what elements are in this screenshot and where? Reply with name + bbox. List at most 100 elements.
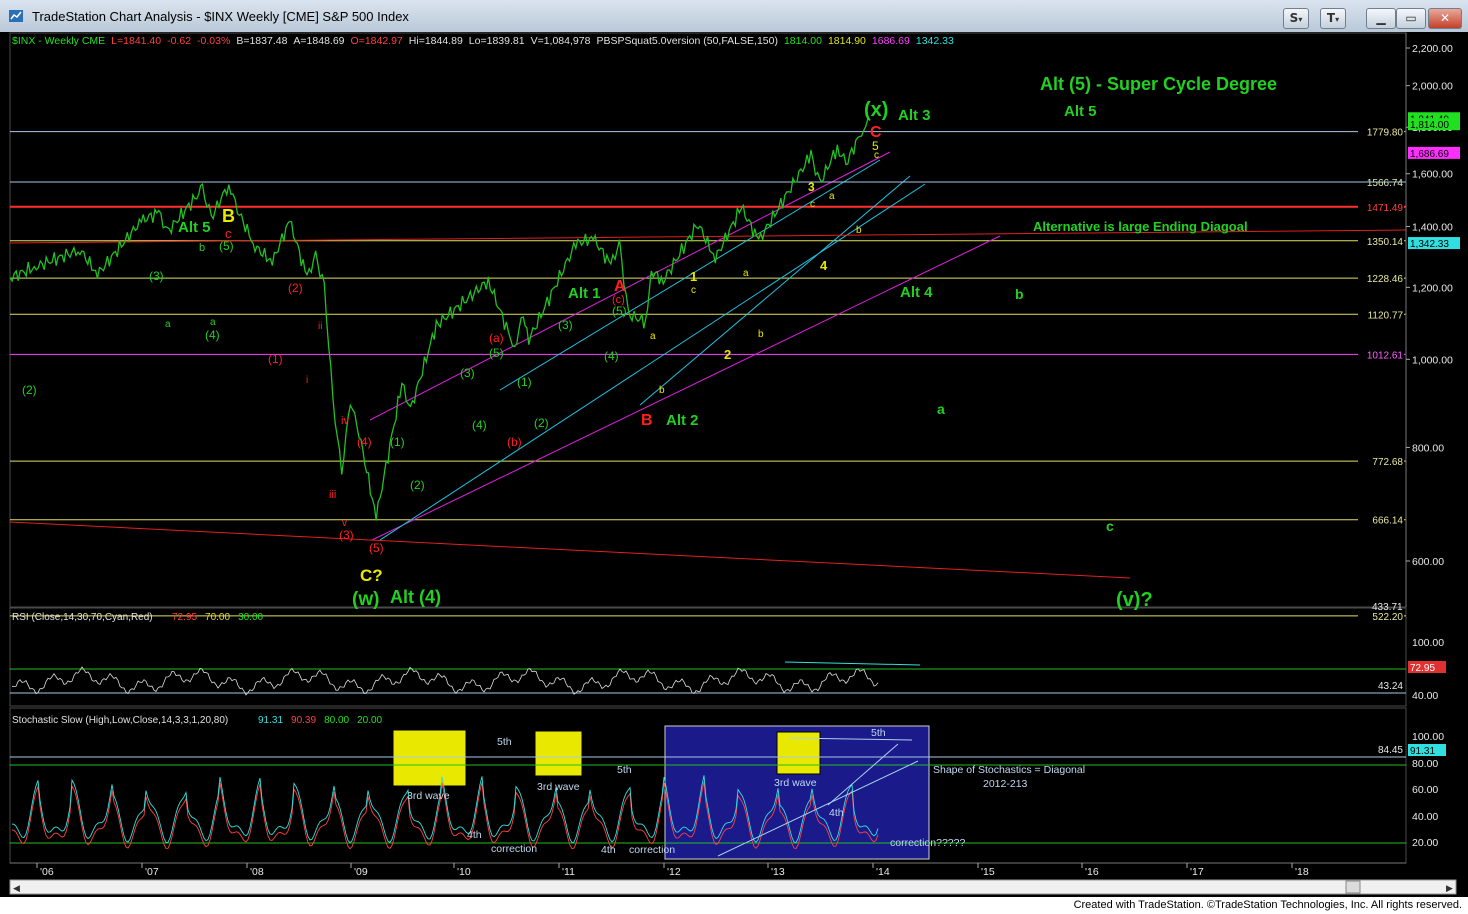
price-tick-label: 1,400.00: [1412, 221, 1453, 233]
price-tick-label: 2,000.00: [1412, 81, 1453, 93]
time-tick-label: '17: [1190, 866, 1204, 878]
minimize-icon: ▁: [1376, 11, 1386, 25]
rsi-level-label: 43.24: [1378, 681, 1403, 692]
stoch-third-wave-box-1: [534, 730, 583, 777]
wave-label: (5): [489, 346, 504, 360]
wave-label: (4): [205, 328, 220, 342]
wave-label: c: [691, 285, 696, 296]
wave-label: b: [758, 329, 764, 340]
price-tick-label: 1,600.00: [1412, 169, 1453, 181]
wave-label: (1): [390, 435, 405, 449]
level-label: 522.20: [1372, 612, 1403, 623]
level-label: 1228.46: [1367, 274, 1404, 285]
stoch-tick-label: 60.00: [1412, 784, 1438, 796]
time-tick-label: '16: [1085, 866, 1099, 878]
wave-label: (2): [22, 383, 37, 397]
wave-label: (3): [558, 318, 573, 332]
level-label: 1566.74: [1367, 178, 1404, 189]
wave-label: b: [1015, 286, 1024, 302]
rsi-value-1: 70.00: [205, 612, 230, 623]
wave-label: 2: [724, 347, 731, 362]
wave-label: a: [829, 191, 835, 202]
wave-label: Alt (5) - Super Cycle Degree: [1040, 74, 1277, 94]
wave-label: a: [937, 401, 945, 417]
level-label: 1471.49: [1367, 203, 1404, 214]
scrollbar-thumb[interactable]: [1345, 880, 1361, 894]
header-field-2: -0.62: [167, 35, 191, 47]
level-label: 1779.80: [1367, 128, 1404, 139]
scroll-left-icon[interactable]: ◀: [13, 883, 20, 893]
wave-label: c: [874, 150, 879, 161]
stoch-value-3: 20.00: [357, 715, 382, 726]
toolbar-menu-label: T: [1326, 11, 1336, 25]
rsi-title: RSI (Close,14,30,70,Cyan,Red): [12, 612, 153, 623]
wave-label: Alternative is large Ending Diagoal: [1033, 219, 1248, 234]
wave-label: Alt 4: [900, 284, 933, 301]
wave-label: (w): [352, 589, 379, 610]
time-tick-label: '10: [457, 866, 471, 878]
price-tick-label-truncated: 433.71: [1372, 602, 1403, 613]
stoch-title: Stochastic Slow (High,Low,Close,14,3,3,1…: [12, 715, 228, 726]
window-titlebar: TradeStation Chart Analysis - $INX Weekl…: [0, 0, 1468, 33]
chevron-down-icon: ▾: [1335, 15, 1340, 24]
header-field-13: 1686.69: [872, 35, 910, 47]
scroll-right-icon[interactable]: ▶: [1446, 883, 1453, 893]
level-label: 1012.61: [1367, 350, 1404, 361]
time-tick-label: '06: [40, 866, 54, 878]
stoch-third-wave-box-0: [392, 729, 467, 787]
close-button[interactable]: ✕: [1428, 8, 1462, 29]
horizontal-scrollbar[interactable]: ◀ ▶: [9, 879, 1457, 895]
wave-label: (3): [339, 528, 354, 542]
header-field-5: A=1848.69: [293, 35, 344, 47]
stoch-label: correction: [629, 844, 675, 856]
level-label: 772.68: [1372, 457, 1403, 468]
wave-label: c: [810, 199, 815, 210]
price-tick-label: 1,200.00: [1412, 282, 1453, 294]
stoch-label: 5th: [617, 764, 632, 776]
time-tick-label: '11: [562, 866, 575, 878]
wave-label: (4): [604, 349, 619, 363]
wave-label: Alt 2: [666, 412, 699, 429]
price-tick-label: 2,200.00: [1412, 43, 1453, 55]
wave-label: iii: [329, 489, 336, 501]
maximize-button[interactable]: ▭: [1396, 8, 1426, 29]
stoch-tick-label: 100.00: [1412, 731, 1444, 743]
wave-label: (1): [268, 352, 283, 366]
stoch-tick-label: 20.00: [1412, 837, 1438, 849]
wave-label: B: [641, 412, 653, 429]
stoch-tick-label: 80.00: [1412, 758, 1438, 770]
minimize-button[interactable]: ▁: [1366, 8, 1396, 29]
wave-label: 4: [820, 258, 828, 273]
chart-area[interactable]: 1779.80 1566.74 1471.49 1350.14 1228.46 1120.…: [0, 32, 1468, 897]
wave-label: b: [856, 225, 862, 236]
rsi-value-0: 72.95: [172, 612, 197, 623]
stoch-label: 5th: [871, 727, 886, 739]
toolbar-menu-button[interactable]: T▾: [1320, 8, 1346, 29]
wave-label: b: [659, 385, 665, 396]
stoch-tick-label: 40.00: [1412, 811, 1438, 823]
wave-label: (2): [534, 416, 549, 430]
wave-label: ii: [318, 321, 322, 332]
stoch-value-1: 90.39: [291, 715, 316, 726]
wave-label: Alt (4): [390, 587, 441, 607]
wave-label: a: [743, 268, 749, 279]
header-field-8: Lo=1839.81: [469, 35, 525, 47]
time-tick-label: '14: [876, 866, 890, 878]
rsi-value-2: 30.00: [238, 612, 263, 623]
wave-label: Alt 1: [568, 285, 601, 302]
header-field-6: O=1842.97: [351, 35, 403, 47]
wave-label: iv: [341, 415, 349, 427]
symbol-link-button[interactable]: S▾: [1283, 8, 1309, 29]
rsi-tick-label: 100.00: [1412, 637, 1444, 649]
stoch-label: 3rd wave: [537, 781, 580, 793]
wave-label: a: [165, 319, 171, 330]
window-title: TradeStation Chart Analysis - $INX Weekl…: [32, 9, 409, 24]
wave-label: (2): [288, 281, 303, 295]
wave-label: Alt 5: [178, 219, 211, 236]
wave-label: 1: [690, 269, 697, 284]
wave-label: Alt 3: [898, 107, 931, 124]
wave-label: (v)?: [1116, 589, 1153, 611]
stoch-label: 3rd wave: [774, 777, 817, 789]
footer-bar: Created with TradeStation. ©TradeStation…: [0, 897, 1468, 914]
axis-price-tag-label: 1,686.69: [1410, 149, 1449, 160]
